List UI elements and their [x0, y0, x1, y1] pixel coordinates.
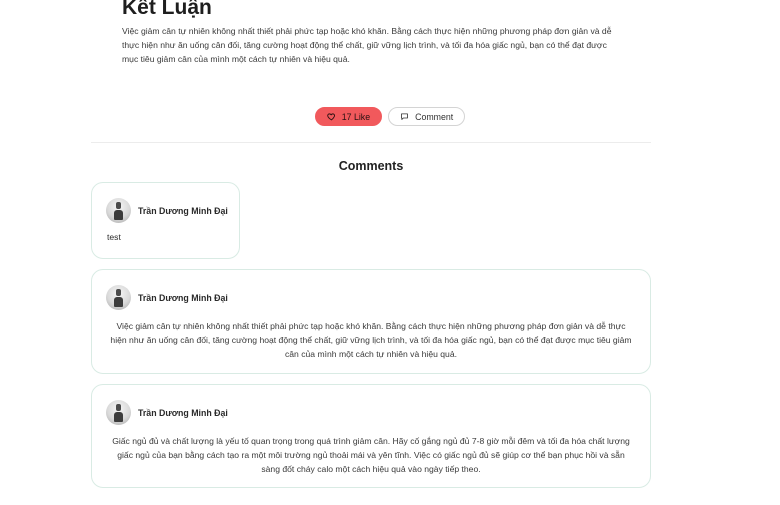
comment-card: Trần Dương Minh Đại Việc giảm cân tự nhi…: [91, 269, 651, 374]
comment-button[interactable]: Comment: [388, 107, 466, 126]
comment-author-name[interactable]: Trần Dương Minh Đại: [138, 206, 228, 216]
comment-author-row: Trần Dương Minh Đại: [106, 198, 228, 223]
comment-text: Việc giảm cân tự nhiên không nhất thiết …: [110, 321, 632, 359]
comment-card: Trần Dương Minh Đại Giấc ngủ đủ và chất …: [91, 384, 651, 488]
comment-card: Trần Dương Minh Đại test: [91, 182, 240, 259]
comment-text: test: [107, 232, 121, 242]
post-actions: 17 Like Comment: [0, 107, 780, 126]
comment-bubble-icon: [400, 112, 409, 121]
comment-text: Giấc ngủ đủ và chất lượng là yếu tố quan…: [112, 436, 630, 474]
avatar[interactable]: [106, 198, 131, 223]
comment-author-name[interactable]: Trần Dương Minh Đại: [138, 408, 228, 418]
avatar[interactable]: [106, 400, 131, 425]
section-divider: [91, 142, 651, 143]
comments-heading: Comments: [338, 159, 404, 173]
conclusion-title: Kết Luận: [122, 0, 212, 19]
comment-author-row: Trần Dương Minh Đại: [106, 400, 228, 425]
like-button[interactable]: 17 Like: [314, 107, 383, 126]
like-count-label: 17 Like: [341, 111, 371, 122]
avatar[interactable]: [106, 285, 131, 310]
comment-author-name[interactable]: Trần Dương Minh Đại: [138, 293, 228, 303]
heart-icon: [327, 112, 336, 121]
conclusion-paragraph: Việc giảm cân tự nhiên không nhất thiết …: [122, 26, 612, 64]
article-page: Kết Luận Việc giảm cân tự nhiên không nh…: [0, 0, 780, 505]
comment-button-label: Comment: [415, 111, 454, 122]
comment-author-row: Trần Dương Minh Đại: [106, 285, 228, 310]
